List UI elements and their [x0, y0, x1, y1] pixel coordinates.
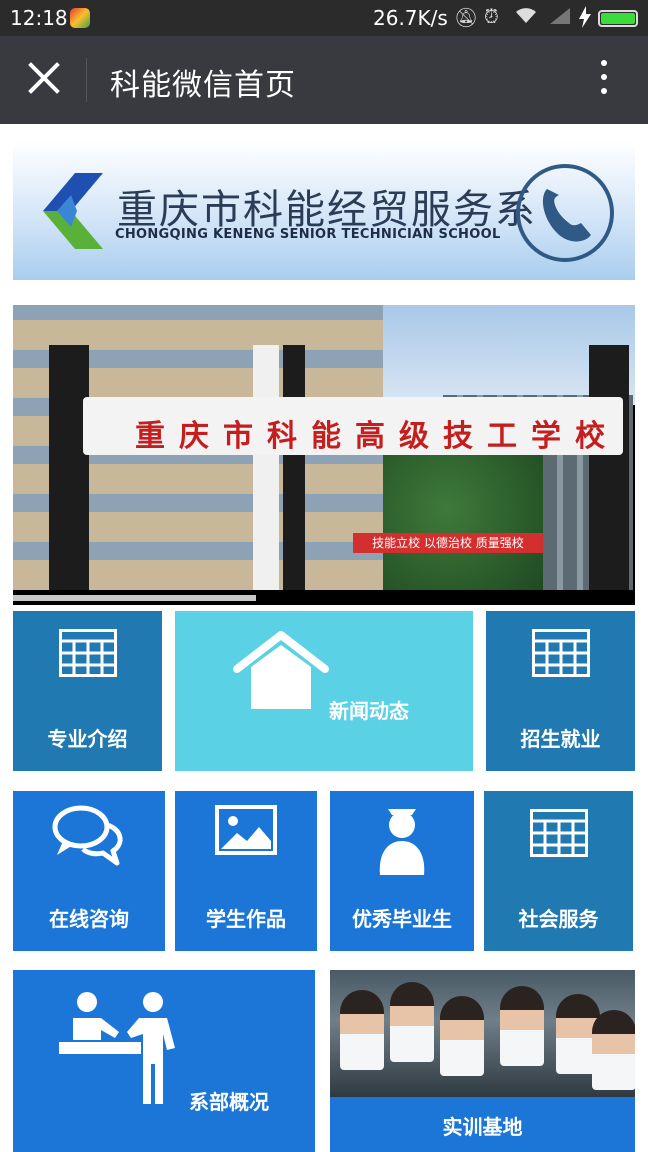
title-divider	[86, 58, 87, 102]
tile-student-works[interactable]: 学生作品	[175, 791, 317, 951]
school-banner: 重庆市科能经贸服务系 CHONGQING KENENG SENIOR TECHN…	[13, 141, 635, 280]
signal-icon	[548, 6, 572, 31]
school-gate-carousel[interactable]: 重庆市科能高级技工学校 技能立校 以德治校 质量强校	[13, 305, 635, 605]
charging-icon	[578, 6, 592, 33]
graduate-icon	[379, 809, 425, 875]
reception-desk-icon	[59, 992, 175, 1104]
tile-label: 在线咨询	[49, 907, 129, 931]
status-bar: 12:18 26.7K/s 🔕︎ ⏰︎	[0, 0, 648, 36]
title-bar: 科能微信首页	[0, 36, 648, 124]
grid-icon	[59, 629, 117, 677]
mute-icon: 🔕︎	[454, 7, 479, 29]
carousel-progress	[13, 595, 256, 601]
battery-icon	[598, 10, 638, 27]
gate-pillar	[589, 345, 629, 590]
photo-student	[592, 1010, 635, 1090]
gate-pillar	[283, 345, 305, 590]
tile-news[interactable]: 新闻动态	[175, 611, 473, 771]
photo-student	[390, 982, 434, 1062]
alarm-icon: ⏰︎	[484, 6, 499, 28]
phone-icon[interactable]	[513, 161, 617, 265]
tile-label: 招生就业	[520, 727, 601, 751]
gate-sign-text: 重庆市科能高级技工学校	[135, 419, 619, 454]
photo-trees	[383, 455, 543, 590]
tile-enrollment[interactable]: 招生就业	[486, 611, 635, 771]
close-icon[interactable]	[26, 60, 62, 96]
chat-bubbles-icon	[52, 805, 123, 866]
more-vertical-icon[interactable]	[596, 60, 612, 100]
photo-student	[440, 996, 484, 1076]
home-icon	[233, 631, 329, 709]
training-photo	[330, 970, 635, 1097]
status-time: 12:18	[10, 6, 68, 30]
grid-icon	[532, 629, 590, 677]
photo-student	[500, 986, 544, 1066]
tile-training-base[interactable]: 实训基地	[330, 970, 635, 1152]
gate-pillar	[253, 345, 279, 590]
image-icon	[215, 805, 277, 855]
wifi-icon	[514, 6, 538, 31]
tile-label: 专业介绍	[47, 727, 128, 751]
photo-student	[340, 990, 384, 1070]
tile-major-intro[interactable]: 专业介绍	[13, 611, 162, 771]
gate-slogan: 技能立校 以德治校 质量强校	[353, 533, 543, 553]
tile-label: 系部概况	[189, 1090, 269, 1114]
school-logo-icon	[37, 173, 107, 249]
app-notification-icon	[70, 8, 90, 28]
tile-label: 社会服务	[518, 907, 599, 931]
tile-department-overview[interactable]: 系部概况	[13, 970, 315, 1152]
tile-label: 实训基地	[330, 1097, 635, 1152]
page-title: 科能微信首页	[110, 68, 296, 103]
banner-title-en: CHONGQING KENENG SENIOR TECHNICIAN SCHOO…	[115, 227, 501, 242]
tile-label: 学生作品	[206, 907, 286, 931]
network-speed: 26.7K/s	[373, 6, 448, 30]
tile-label: 优秀毕业生	[352, 907, 452, 931]
tile-online-consult[interactable]: 在线咨询	[13, 791, 165, 951]
tile-social-service[interactable]: 社会服务	[484, 791, 633, 951]
tile-top-graduates[interactable]: 优秀毕业生	[330, 791, 474, 951]
tile-label: 新闻动态	[329, 699, 409, 723]
grid-icon	[530, 809, 588, 857]
gate-pillar	[49, 345, 89, 590]
